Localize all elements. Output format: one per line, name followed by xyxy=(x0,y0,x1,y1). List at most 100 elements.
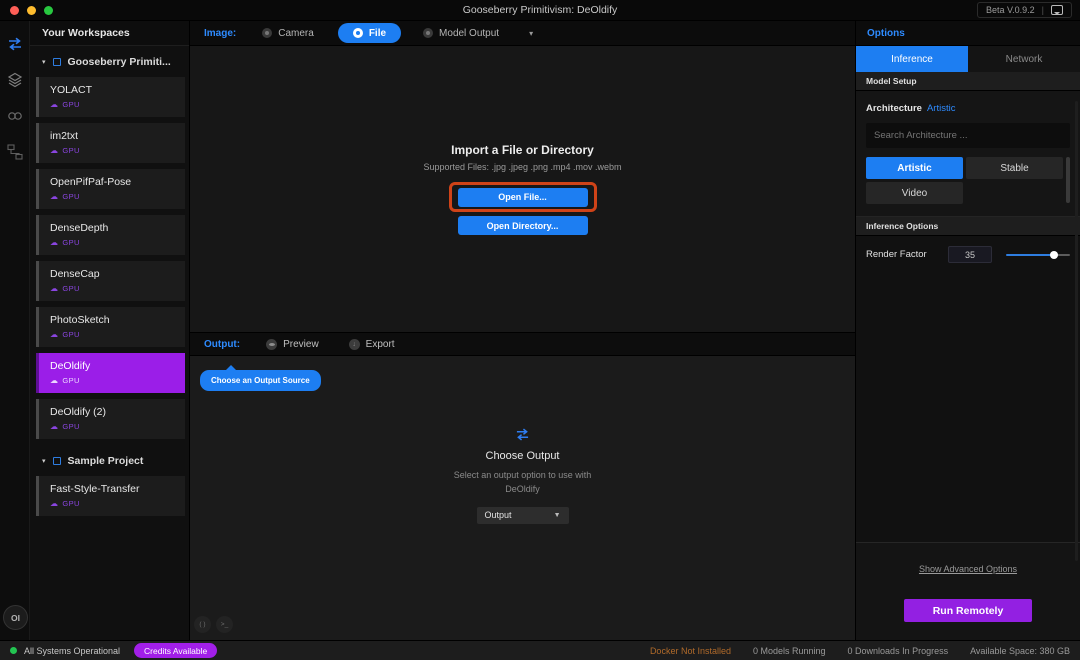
gpu-tag: GPU xyxy=(62,499,79,508)
output-select-value: Output xyxy=(485,510,554,520)
workspace-name: DeOldify xyxy=(50,360,185,372)
workspace-group-icon xyxy=(53,58,61,66)
slider-filled-track xyxy=(1006,254,1054,257)
cloud-icon: ☁ xyxy=(50,423,58,431)
gpu-tag: GPU xyxy=(62,146,79,155)
status-green-dot-icon xyxy=(10,647,17,654)
show-advanced-options-link[interactable]: Show Advanced Options xyxy=(919,564,1017,574)
models-running-label: 0 Models Running xyxy=(753,646,826,656)
arch-option-video[interactable]: Video xyxy=(866,182,963,204)
tab-camera[interactable]: Camera xyxy=(262,28,314,39)
app-window: Gooseberry Primitivism: DeOldify Beta V.… xyxy=(0,0,1080,660)
choose-output-block: Choose Output Select an output option to… xyxy=(190,428,855,524)
collapse-caret-icon[interactable]: ▾ xyxy=(42,58,46,66)
workspace-item-deoldify-2[interactable]: DeOldify (2) ☁ GPU xyxy=(36,399,185,439)
cloud-icon: ☁ xyxy=(50,147,58,155)
slider-thumb[interactable] xyxy=(1050,251,1058,259)
workspace-name: OpenPifPaf-Pose xyxy=(50,176,185,188)
arch-option-artistic[interactable]: Artistic xyxy=(866,157,963,179)
architecture-scrollbar[interactable] xyxy=(1066,157,1070,203)
collapse-caret-icon[interactable]: ▾ xyxy=(42,457,46,465)
workspace-item-im2txt[interactable]: im2txt ☁GPU xyxy=(36,123,185,163)
oi-logo-button[interactable]: OI xyxy=(3,605,28,630)
render-factor-slider[interactable] xyxy=(1006,250,1070,260)
file-record-icon xyxy=(353,28,363,38)
workspace-name: DenseDepth xyxy=(50,222,185,234)
architecture-label: Architecture xyxy=(866,103,922,114)
output-source-tooltip[interactable]: Choose an Output Source xyxy=(200,370,321,391)
workspace-name: Fast-Style-Transfer xyxy=(50,483,185,495)
tab-preview-label: Preview xyxy=(283,339,319,350)
workspace-item-fast-style-transfer[interactable]: Fast-Style-Transfer ☁GPU xyxy=(36,476,185,516)
feedback-chat-icon[interactable] xyxy=(1051,5,1063,15)
image-source-dropdown-caret-icon[interactable]: ▾ xyxy=(529,29,533,38)
options-header: Options xyxy=(856,21,1080,46)
workspace-item-openpifpaf[interactable]: OpenPifPaf-Pose ☁GPU xyxy=(36,169,185,209)
gpu-tag: GPU xyxy=(62,284,79,293)
version-divider: | xyxy=(1042,5,1044,15)
titlebar: Gooseberry Primitivism: DeOldify Beta V.… xyxy=(0,0,1080,21)
run-remotely-button[interactable]: Run Remotely xyxy=(904,599,1032,622)
workspace-item-densecap[interactable]: DenseCap ☁GPU xyxy=(36,261,185,301)
import-supported-files: Supported Files: .jpg .jpeg .png .mp4 .m… xyxy=(423,162,621,172)
architecture-card: Architecture Artistic Artistic Stable Vid… xyxy=(856,91,1080,217)
inference-options-section-header: Inference Options xyxy=(856,217,1080,236)
systems-operational-label: All Systems Operational xyxy=(24,646,120,656)
cloud-icon: ☁ xyxy=(50,285,58,293)
workspace-name: DeOldify (2) xyxy=(50,406,185,418)
output-bar: Output: Preview ↓ Export xyxy=(190,332,855,356)
workspace-item-yolact[interactable]: YOLACT ☁GPU xyxy=(36,77,185,117)
tab-preview[interactable]: Preview xyxy=(266,339,319,350)
options-scrollbar[interactable] xyxy=(1075,101,1078,561)
export-arrow-icon: ↓ xyxy=(349,339,360,350)
architecture-value: Artistic xyxy=(927,103,956,114)
tab-export-label: Export xyxy=(366,339,395,350)
docker-status-label: Docker Not Installed xyxy=(650,646,731,656)
output-select-dropdown[interactable]: Output ▼ xyxy=(477,507,569,524)
gpu-tag: GPU xyxy=(62,422,79,431)
icon-rail: OI xyxy=(0,21,30,640)
camera-icon xyxy=(262,28,272,38)
link-icon[interactable] xyxy=(6,107,23,124)
workspace-group-gooseberry[interactable]: ▾ Gooseberry Primiti... xyxy=(30,46,189,77)
status-bar: All Systems Operational Credits Availabl… xyxy=(0,640,1080,660)
window-title: Gooseberry Primitivism: DeOldify xyxy=(0,4,1080,16)
code-icon[interactable]: ( ) xyxy=(194,616,211,633)
network-flow-icon[interactable] xyxy=(6,143,23,160)
options-bottom-section: Show Advanced Options Run Remotely xyxy=(856,542,1080,640)
main-panel: Image: Camera File Model Output ▾ Import… xyxy=(190,21,855,640)
search-architecture-input[interactable] xyxy=(866,123,1070,148)
transfer-arrows-icon[interactable] xyxy=(6,35,23,52)
open-directory-button[interactable]: Open Directory... xyxy=(458,216,588,235)
workspace-group-label: Gooseberry Primiti... xyxy=(68,56,171,68)
render-factor-input[interactable] xyxy=(948,246,992,263)
workspace-group-sample-project[interactable]: ▾ Sample Project xyxy=(30,445,189,476)
options-tabs: Inference Network xyxy=(856,46,1080,72)
cloud-icon: ☁ xyxy=(50,101,58,109)
tab-file-active[interactable]: File xyxy=(338,23,401,43)
tab-model-output[interactable]: Model Output xyxy=(423,28,499,39)
arch-option-stable[interactable]: Stable xyxy=(966,157,1063,179)
workspace-group-label: Sample Project xyxy=(68,455,144,467)
gpu-tag: GPU xyxy=(62,330,79,339)
workspace-item-deoldify-selected[interactable]: DeOldify ☁GPU xyxy=(36,353,185,393)
cloud-icon: ☁ xyxy=(50,377,58,385)
cloud-icon: ☁ xyxy=(50,239,58,247)
version-group: Beta V.0.9.2 | xyxy=(977,2,1072,18)
tab-export[interactable]: ↓ Export xyxy=(349,339,395,350)
layers-icon[interactable] xyxy=(6,71,23,88)
tab-network[interactable]: Network xyxy=(968,46,1080,72)
status-right-group: Docker Not Installed 0 Models Running 0 … xyxy=(650,646,1070,656)
sidebar-scroll[interactable]: ▾ Gooseberry Primiti... YOLACT ☁GPU im2t… xyxy=(30,46,189,640)
credits-available-badge[interactable]: Credits Available xyxy=(134,643,217,658)
sidebar-header: Your Workspaces xyxy=(30,21,189,46)
workspace-name: YOLACT xyxy=(50,84,185,96)
workspace-group-icon xyxy=(53,457,61,465)
tab-inference[interactable]: Inference xyxy=(856,46,968,72)
render-factor-row: Render Factor xyxy=(856,236,1080,275)
workspace-item-photosketch[interactable]: PhotoSketch ☁GPU xyxy=(36,307,185,347)
open-file-button[interactable]: Open File... xyxy=(458,188,588,207)
cloud-icon: ☁ xyxy=(50,193,58,201)
terminal-icon[interactable]: >_ xyxy=(216,616,233,633)
workspace-item-densedepth[interactable]: DenseDepth ☁GPU xyxy=(36,215,185,255)
